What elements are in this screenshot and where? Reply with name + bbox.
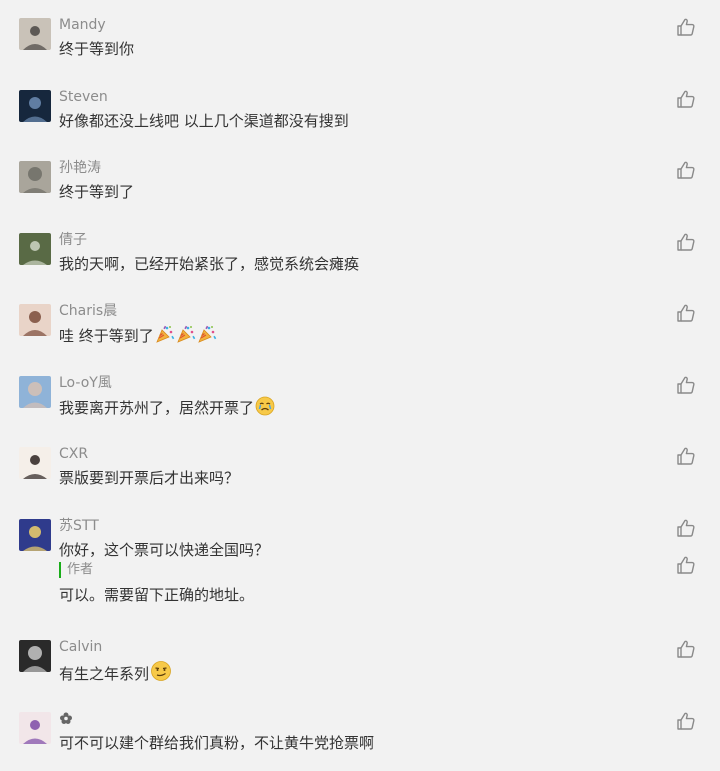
avatar[interactable] xyxy=(19,712,51,744)
comment-item: Steven 好像都还没上线吧 以上几个渠道都没有搜到 xyxy=(0,78,720,149)
thumbs-up-icon xyxy=(675,16,697,38)
like-button[interactable] xyxy=(675,638,697,660)
comment-text: 好像都还没上线吧 以上几个渠道都没有搜到 xyxy=(59,112,349,130)
avatar[interactable] xyxy=(19,18,51,50)
comment-text: 终于等到了 xyxy=(59,183,135,201)
thumbs-up-icon xyxy=(675,231,697,253)
comment-nickname: 苏STT xyxy=(59,518,99,534)
comment-text: 终于等到你 xyxy=(59,40,135,58)
thumbs-up-icon xyxy=(675,638,697,660)
sob-face-icon xyxy=(254,396,275,417)
comment-nickname: Mandy xyxy=(59,17,106,33)
like-button[interactable] xyxy=(675,302,697,324)
comment-content: 终于等到你 xyxy=(59,38,134,60)
avatar[interactable] xyxy=(19,161,51,193)
like-button[interactable] xyxy=(675,374,697,396)
comment-content: 终于等到了 xyxy=(59,181,134,203)
like-button[interactable] xyxy=(675,445,697,467)
comment-item: Lo-oY風我要离开苏州了，居然开票了 xyxy=(0,364,720,435)
comment-text: 有生之年系列 xyxy=(59,665,150,683)
comment-item: Mandy 终于等到你 xyxy=(0,6,720,77)
comment-item: Calvin 有生之年系列 xyxy=(0,628,720,699)
comment-item: CXR 票版要到开票后才出来吗？ xyxy=(0,435,720,506)
flower-icon xyxy=(60,712,72,724)
comment-text: 我的天啊，已经开始紧张了，感觉系统会瘫痪 xyxy=(59,255,360,273)
thumbs-up-icon xyxy=(675,445,697,467)
like-button[interactable] xyxy=(675,710,697,732)
comment-nickname: 倩子 xyxy=(59,232,87,248)
comment-text: 可不可以建个群给我们真粉，不让黄牛党抢票啊 xyxy=(59,734,375,752)
author-reply: 作者可以。需要留下正确的地址。 xyxy=(59,556,699,604)
reply-like-button[interactable] xyxy=(675,554,697,576)
comment-item: Charis晨哇 终于等到了 xyxy=(0,292,720,363)
comment-text: 哇 终于等到了 xyxy=(59,327,154,345)
comment-content: 我要离开苏州了，居然开票了 xyxy=(59,396,275,419)
avatar[interactable] xyxy=(19,519,51,551)
comment-item: 苏STT 你好，这个票可以快递全国吗？ 作者 可以。需要留下正确的地址。 xyxy=(0,507,720,604)
like-button[interactable] xyxy=(675,159,697,181)
thumbs-up-icon xyxy=(675,710,697,732)
comment-content: 好像都还没上线吧 以上几个渠道都没有搜到 xyxy=(59,110,349,132)
avatar[interactable] xyxy=(19,90,51,122)
like-button[interactable] xyxy=(675,517,697,539)
comment-content: 你好，这个票可以快递全国吗？ xyxy=(59,539,269,561)
smirk-face-icon xyxy=(149,661,172,683)
comment-item: 可不可以建个群给我们真粉，不让黄牛党抢票啊 xyxy=(0,700,720,771)
comment-nickname xyxy=(59,710,73,728)
comment-nickname: 孙艳涛 xyxy=(59,160,101,176)
comment-item: 倩子我的天啊，已经开始紧张了，感觉系统会瘫痪 xyxy=(0,221,720,292)
like-button[interactable] xyxy=(675,88,697,110)
comment-content: 有生之年系列 xyxy=(59,660,172,685)
avatar[interactable] xyxy=(19,447,51,479)
comment-content: 哇 终于等到了 xyxy=(59,324,217,347)
like-button[interactable] xyxy=(675,231,697,253)
thumbs-up-icon xyxy=(675,88,697,110)
reply-content: 可以。需要留下正确的地址。 xyxy=(59,586,255,604)
comment-nickname: CXR xyxy=(59,446,89,462)
comment-text: 我要离开苏州了，居然开票了 xyxy=(59,399,255,417)
party-popper-icon xyxy=(175,325,196,345)
comment-content: 票版要到开票后才出来吗？ xyxy=(59,467,239,489)
comment-nickname: Steven xyxy=(59,89,108,105)
comment-content: 我的天啊，已经开始紧张了，感觉系统会瘫痪 xyxy=(59,253,359,275)
avatar[interactable] xyxy=(19,233,51,265)
author-tag: 作者 xyxy=(59,562,93,578)
comment-item: 孙艳涛 终于等到了 xyxy=(0,149,720,220)
party-popper-icon xyxy=(196,325,217,345)
comment-content: 可不可以建个群给我们真粉，不让黄牛党抢票啊 xyxy=(59,732,374,754)
avatar[interactable] xyxy=(19,640,51,672)
like-button[interactable] xyxy=(675,16,697,38)
thumbs-up-icon xyxy=(675,374,697,396)
thumbs-up-icon xyxy=(675,517,697,539)
party-popper-icon xyxy=(154,325,175,345)
comment-text: 票版要到开票后才出来吗？ xyxy=(59,469,240,487)
thumbs-up-icon xyxy=(675,159,697,181)
comment-nickname: Charis晨 xyxy=(59,303,118,319)
avatar[interactable] xyxy=(19,376,51,408)
comment-nickname: Lo-oY風 xyxy=(59,375,112,391)
avatar[interactable] xyxy=(19,304,51,336)
comment-text: 你好，这个票可以快递全国吗？ xyxy=(59,541,270,559)
thumbs-up-icon xyxy=(675,302,697,324)
thumbs-up-icon xyxy=(675,554,697,576)
comment-nickname: Calvin xyxy=(59,639,103,655)
